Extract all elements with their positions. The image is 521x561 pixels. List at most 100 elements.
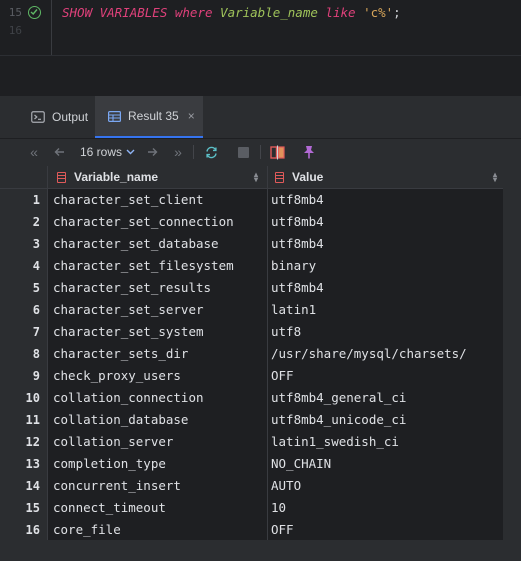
column-icon — [57, 171, 66, 183]
table-row[interactable]: 3 character_set_database utf8mb4 — [0, 233, 503, 255]
row-number: 14 — [25, 479, 40, 493]
row-number: 13 — [25, 457, 40, 471]
row-number: 15 — [25, 501, 40, 515]
column-header-variable-name[interactable]: Variable_name ▴ ▾ — [57, 166, 264, 188]
cell-variable-name[interactable]: collation_connection — [53, 387, 204, 409]
table-row[interactable]: 4 character_set_filesystem binary — [0, 255, 503, 277]
table-row[interactable]: 16 core_file OFF — [0, 519, 503, 541]
cell-value[interactable]: NO_CHAIN — [271, 453, 331, 475]
line-number: 15 — [8, 6, 22, 19]
cell-value[interactable]: utf8 — [271, 321, 301, 343]
tab-output-label: Output — [52, 110, 89, 124]
row-number: 1 — [32, 193, 40, 207]
gutter-divider — [51, 0, 52, 56]
sql-keyword: SHOW VARIABLES where — [62, 5, 213, 20]
cell-variable-name[interactable]: concurrent_insert — [53, 475, 181, 497]
editor-line[interactable]: 16 — [0, 24, 521, 50]
table-row[interactable]: 13 completion_type NO_CHAIN — [0, 453, 503, 475]
cell-value[interactable]: AUTO — [271, 475, 301, 497]
previous-page-icon[interactable] — [52, 139, 66, 165]
stop-icon[interactable] — [236, 139, 250, 165]
table-row[interactable]: 10 collation_connection utf8mb4_general_ci — [0, 387, 503, 409]
row-number: 10 — [25, 391, 40, 405]
row-number: 6 — [32, 303, 40, 317]
cell-variable-name[interactable]: completion_type — [53, 453, 166, 475]
tab-result-35[interactable]: Result 35 × — [95, 96, 203, 138]
line-number: 16 — [8, 24, 22, 37]
row-number: 5 — [32, 281, 40, 295]
cell-value[interactable]: utf8mb4 — [271, 189, 324, 211]
sort-icon[interactable]: ▴ ▾ — [254, 171, 258, 184]
editor-divider — [0, 55, 521, 56]
row-count-selector[interactable]: 16 rows — [80, 139, 135, 165]
cell-variable-name[interactable]: character_set_client — [53, 189, 204, 211]
table-row[interactable]: 11 collation_database utf8mb4_unicode_ci — [0, 409, 503, 431]
cell-value[interactable]: utf8mb4 — [271, 277, 324, 299]
cell-variable-name[interactable]: character_set_server — [53, 299, 204, 321]
cell-value[interactable]: /usr/share/mysql/charsets/ — [271, 343, 467, 365]
cell-value[interactable]: OFF — [271, 519, 294, 541]
editor-line[interactable]: 15 SHOW VARIABLES where Variable_name li… — [0, 0, 521, 26]
column-icon — [275, 171, 284, 183]
last-page-icon[interactable]: » — [171, 139, 185, 165]
table-row[interactable]: 15 connect_timeout 10 — [0, 497, 503, 519]
table-icon — [108, 110, 121, 122]
results-tab-bar: Output Result 35 × — [0, 96, 521, 139]
cell-value[interactable]: utf8mb4_unicode_ci — [271, 409, 406, 431]
table-row[interactable]: 9 check_proxy_users OFF — [0, 365, 503, 387]
table-row[interactable]: 7 character_set_system utf8 — [0, 321, 503, 343]
next-page-icon[interactable] — [145, 139, 159, 165]
cell-variable-name[interactable]: collation_server — [53, 431, 173, 453]
toolbar-divider — [193, 145, 194, 159]
row-number: 16 — [25, 523, 40, 537]
cell-variable-name[interactable]: character_set_results — [53, 277, 211, 299]
results-grid[interactable]: Variable_name ▴ ▾ Value ▴ ▾ 1 character_set… — [0, 166, 503, 540]
cell-value[interactable]: OFF — [271, 365, 294, 387]
cell-variable-name[interactable]: check_proxy_users — [53, 365, 181, 387]
close-icon[interactable]: × — [188, 109, 195, 123]
cell-value[interactable]: utf8mb4 — [271, 233, 324, 255]
tab-result-label: Result 35 — [128, 109, 179, 123]
cell-variable-name[interactable]: character_set_database — [53, 233, 219, 255]
row-count-label: 16 rows — [80, 145, 123, 159]
sql-statement[interactable]: SHOW VARIABLES where Variable_name like … — [62, 0, 401, 26]
sql-identifier: Variable_name — [220, 5, 318, 20]
table-row[interactable]: 6 character_set_server latin1 — [0, 299, 503, 321]
chevron-down-icon — [126, 147, 135, 157]
sort-icon[interactable]: ▴ ▾ — [493, 171, 497, 184]
tab-output[interactable]: Output — [31, 96, 88, 138]
cell-value[interactable]: utf8mb4 — [271, 211, 324, 233]
cell-value[interactable]: 10 — [271, 497, 286, 519]
cell-variable-name[interactable]: character_set_filesystem — [53, 255, 234, 277]
first-page-icon[interactable]: « — [27, 139, 41, 165]
cell-variable-name[interactable]: collation_database — [53, 409, 188, 431]
sql-semicolon: ; — [393, 5, 401, 20]
toolbar-divider — [260, 145, 261, 159]
row-number: 2 — [32, 215, 40, 229]
compare-icon[interactable] — [269, 139, 285, 165]
cell-value[interactable]: latin1_swedish_ci — [271, 431, 399, 453]
cell-variable-name[interactable]: character_set_connection — [53, 211, 234, 233]
cell-variable-name[interactable]: character_set_system — [53, 321, 204, 343]
cell-variable-name[interactable]: core_file — [53, 519, 121, 541]
table-row[interactable]: 5 character_set_results utf8mb4 — [0, 277, 503, 299]
table-row[interactable]: 14 concurrent_insert AUTO — [0, 475, 503, 497]
column-header-value[interactable]: Value ▴ ▾ — [275, 166, 503, 188]
refresh-icon[interactable] — [203, 139, 219, 165]
cell-value[interactable]: utf8mb4_general_ci — [271, 387, 406, 409]
cell-value[interactable]: binary — [271, 255, 316, 277]
table-row[interactable]: 1 character_set_client utf8mb4 — [0, 189, 503, 211]
cell-variable-name[interactable]: connect_timeout — [53, 497, 166, 519]
cell-value[interactable]: latin1 — [271, 299, 316, 321]
row-number: 9 — [32, 369, 40, 383]
sql-editor[interactable]: 15 SHOW VARIABLES where Variable_name li… — [0, 0, 521, 96]
table-row[interactable]: 2 character_set_connection utf8mb4 — [0, 211, 503, 233]
sql-string: 'c%' — [363, 5, 394, 20]
column-header-label: Value — [292, 170, 324, 184]
table-row[interactable]: 8 character_sets_dir/usr/share/mysql/char… — [0, 343, 503, 365]
pin-icon[interactable] — [302, 139, 316, 165]
cell-variable-name[interactable]: character_sets_dir — [53, 343, 188, 365]
console-icon — [31, 111, 45, 123]
table-row[interactable]: 12 collation_server latin1_swedish_ci — [0, 431, 503, 453]
row-number: 12 — [25, 435, 40, 449]
